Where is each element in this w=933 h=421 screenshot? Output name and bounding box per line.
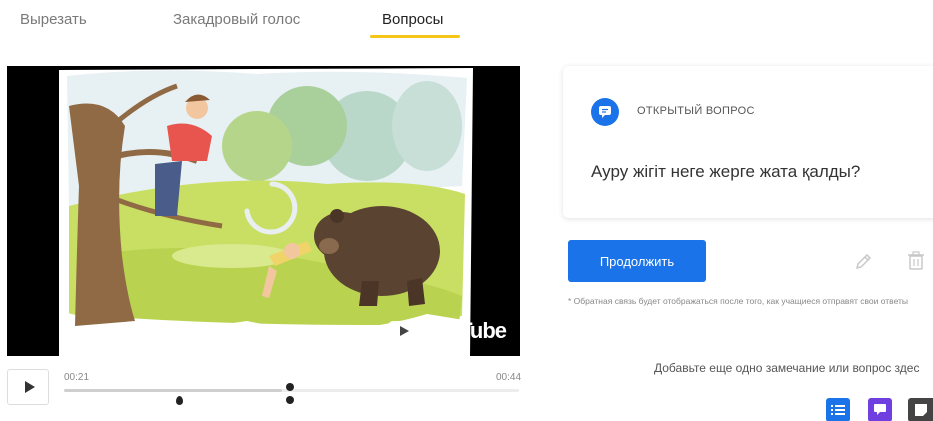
trash-icon[interactable] [904, 249, 928, 273]
youtube-wordmark: YouTube [422, 318, 507, 343]
comment-icon [874, 404, 886, 415]
tab-questions[interactable]: Вопросы [382, 11, 443, 28]
video-player[interactable]: YouTube [7, 66, 520, 356]
question-text: Ауру жігіт неге жерге жата қалды? [591, 162, 861, 181]
continue-button[interactable]: Продолжить [568, 240, 706, 282]
youtube-logo: YouTube [388, 318, 507, 344]
feedback-note: * Обратная связь будет отображаться посл… [568, 296, 909, 306]
add-note-button[interactable] [908, 398, 933, 421]
list-icon [831, 405, 845, 415]
question-card: ОТКРЫТЫЙ ВОПРОС Ауру жігіт неге жерге жа… [563, 66, 933, 218]
question-marker[interactable] [286, 383, 294, 391]
tab-voiceover[interactable]: Закадровый голос [173, 11, 300, 28]
add-open-question-button[interactable] [868, 398, 892, 421]
play-button[interactable] [7, 369, 49, 405]
timeline-progress [64, 389, 283, 392]
timeline-marker[interactable] [176, 396, 183, 405]
question-marker[interactable] [286, 396, 294, 404]
current-time: 00:21 [64, 372, 90, 383]
video-frame-illustration [59, 68, 473, 356]
note-icon [914, 404, 927, 416]
comment-icon [591, 98, 619, 126]
youtube-play-icon [388, 321, 419, 341]
pencil-icon[interactable] [852, 249, 876, 273]
add-prompt: Добавьте еще одно замечание или вопрос з… [654, 361, 920, 375]
add-multiple-choice-button[interactable] [826, 398, 850, 421]
play-icon [24, 381, 35, 393]
active-tab-indicator [370, 35, 460, 38]
tab-bar: Вырезать Закадровый голос Вопросы [0, 0, 933, 44]
tab-cut[interactable]: Вырезать [20, 11, 87, 28]
question-type-label: ОТКРЫТЫЙ ВОПРОС [637, 105, 755, 117]
duration-time: 00:44 [496, 372, 522, 383]
